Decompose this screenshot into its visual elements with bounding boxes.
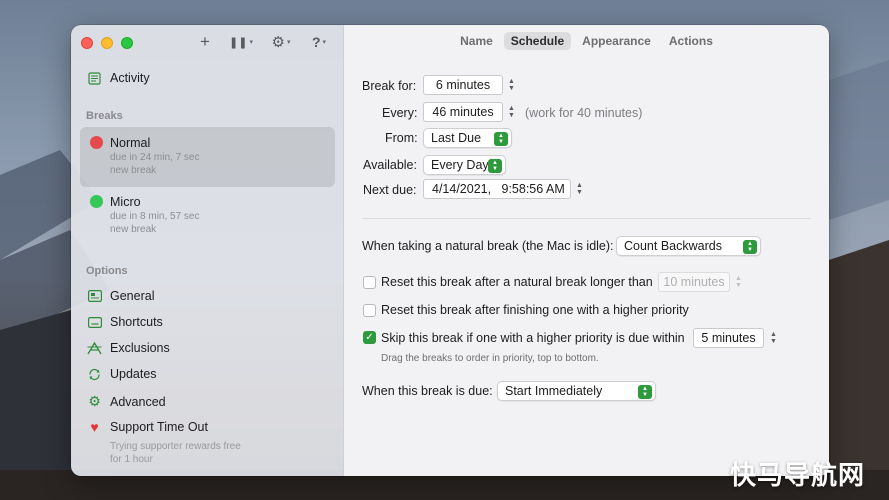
break-for-field[interactable]: 6 minutes — [423, 75, 503, 95]
break-kind-text: new break — [110, 165, 157, 176]
tab-name[interactable]: Name — [453, 32, 500, 50]
break-due-text: due in 8 min, 57 sec — [110, 211, 200, 222]
popup-arrow-icon: ▲ ▼ — [638, 385, 652, 399]
reset-natural-checkbox[interactable] — [363, 276, 376, 289]
available-label: Available: — [363, 158, 417, 172]
reset-natural-field[interactable]: 10 minutes — [658, 272, 730, 292]
main-panel: Name Schedule Appearance Actions Break f… — [344, 25, 829, 476]
heart-icon: ♥ — [90, 419, 99, 435]
next-due-label: Next due: — [363, 183, 417, 197]
every-field[interactable]: 46 minutes — [423, 102, 503, 122]
app-window: + ❚❚ ▾ ⚙ ▾ ? ▾ Activity Breaks Normal du… — [71, 25, 829, 476]
break-color-indicator — [90, 195, 103, 208]
break-for-label: Break for: — [362, 79, 417, 93]
sidebar-item-label: Activity — [110, 71, 150, 85]
tab-actions[interactable]: Actions — [662, 32, 720, 50]
reset-natural-label: Reset this break after a natural break l… — [381, 275, 653, 289]
break-kind-text: new break — [110, 224, 157, 235]
break-name: Normal — [110, 136, 151, 150]
reset-higher-label: Reset this break after finishing one wit… — [381, 303, 689, 317]
sidebar-item-updates[interactable]: Updates — [87, 367, 157, 381]
natural-break-label: When taking a natural break (the Mac is … — [362, 239, 614, 253]
priority-hint: Drag the breaks to order in priority, to… — [381, 353, 599, 364]
window-controls — [81, 37, 133, 49]
keyboard-icon — [87, 316, 102, 328]
skip-label: Skip this break if one with a higher pri… — [381, 331, 685, 345]
break-color-indicator — [90, 136, 103, 149]
every-note: (work for 40 minutes) — [525, 106, 643, 120]
breaks-heading: Breaks — [86, 110, 123, 122]
when-due-value: Start Immediately — [505, 384, 603, 398]
break-for-stepper[interactable]: ▲ ▼ — [506, 75, 517, 95]
exclusions-icon — [87, 341, 102, 355]
sidebar-item-label: Advanced — [110, 394, 166, 409]
next-due-stepper[interactable]: ▲ ▼ — [574, 179, 585, 199]
close-button[interactable] — [81, 37, 93, 49]
chevron-down-icon: ▾ — [286, 39, 291, 46]
help-menu-button[interactable]: ? ▾ — [306, 32, 332, 52]
every-stepper[interactable]: ▲ ▼ — [506, 102, 517, 122]
updates-icon — [87, 368, 102, 381]
natural-break-popup[interactable]: Count Backwards ▲ ▼ — [616, 236, 761, 256]
from-label: From: — [385, 131, 418, 145]
skip-field[interactable]: 5 minutes — [693, 328, 764, 348]
zoom-button[interactable] — [121, 37, 133, 49]
tab-appearance[interactable]: Appearance — [575, 32, 658, 50]
sidebar-item-label: Updates — [110, 367, 157, 381]
available-value: Every Day — [431, 158, 489, 172]
chevron-down-icon: ▾ — [322, 39, 327, 46]
plus-icon: + — [200, 32, 210, 51]
activity-icon — [87, 71, 102, 85]
sidebar: + ❚❚ ▾ ⚙ ▾ ? ▾ Activity Breaks Normal du… — [71, 25, 344, 476]
gear-icon: ⚙ — [271, 34, 285, 51]
chevron-down-icon: ▾ — [249, 39, 253, 46]
available-popup[interactable]: Every Day ▲ ▼ — [423, 155, 506, 175]
break-item-micro[interactable]: Micro due in 8 min, 57 sec new break — [80, 186, 335, 246]
section-divider — [362, 218, 811, 219]
sidebar-item-label: Shortcuts — [110, 315, 163, 329]
pause-icon: ❚❚ — [229, 36, 248, 49]
sidebar-item-label: Exclusions — [110, 341, 170, 355]
options-heading: Options — [86, 265, 128, 277]
sidebar-item-advanced[interactable]: ⚙ Advanced — [87, 393, 166, 410]
popup-arrow-icon: ▲ ▼ — [494, 132, 508, 146]
sidebar-item-exclusions[interactable]: Exclusions — [87, 341, 170, 355]
minimize-button[interactable] — [101, 37, 113, 49]
break-due-text: due in 24 min, 7 sec — [110, 152, 200, 163]
popup-arrow-icon: ▲ ▼ — [743, 240, 757, 254]
add-break-button[interactable]: + — [195, 32, 215, 52]
break-name: Micro — [110, 195, 141, 209]
tab-bar: Name Schedule Appearance Actions — [344, 32, 829, 50]
break-item-normal[interactable]: Normal due in 24 min, 7 sec new break — [80, 127, 335, 187]
settings-menu-button[interactable]: ⚙ ▾ — [266, 32, 296, 52]
from-popup[interactable]: Last Due ▲ ▼ — [423, 128, 512, 148]
when-due-label: When this break is due: — [362, 384, 493, 398]
sidebar-item-general[interactable]: General — [87, 289, 154, 303]
sidebar-item-shortcuts[interactable]: Shortcuts — [87, 315, 163, 329]
skip-checkbox[interactable]: ✓ — [363, 331, 376, 344]
sidebar-item-label: Support Time Out — [110, 420, 208, 434]
pause-menu-button[interactable]: ❚❚ ▾ — [226, 32, 256, 52]
support-note: for 1 hour — [110, 454, 153, 465]
natural-break-value: Count Backwards — [624, 239, 722, 253]
sidebar-item-support[interactable]: ♥ Support Time Out — [87, 419, 208, 435]
reset-natural-stepper[interactable]: ▲ ▼ — [733, 272, 744, 292]
help-icon: ? — [311, 34, 321, 50]
watermark-text: 快马导航网 — [729, 461, 865, 491]
skip-stepper[interactable]: ▲ ▼ — [768, 328, 779, 348]
support-note: Trying supporter rewards free — [110, 441, 241, 452]
from-value: Last Due — [431, 131, 482, 145]
tab-schedule[interactable]: Schedule — [503, 32, 572, 50]
sidebar-item-activity[interactable]: Activity — [87, 71, 150, 85]
general-icon — [87, 290, 102, 302]
sidebar-item-label: General — [110, 289, 155, 303]
reset-higher-checkbox[interactable] — [363, 304, 376, 317]
when-due-popup[interactable]: Start Immediately ▲ ▼ — [497, 381, 656, 401]
every-label: Every: — [382, 106, 418, 120]
popup-arrow-icon: ▲ ▼ — [488, 159, 502, 173]
gear-icon: ⚙ — [88, 393, 101, 409]
next-due-field[interactable]: 4/14/2021, 9:58:56 AM — [423, 179, 571, 199]
